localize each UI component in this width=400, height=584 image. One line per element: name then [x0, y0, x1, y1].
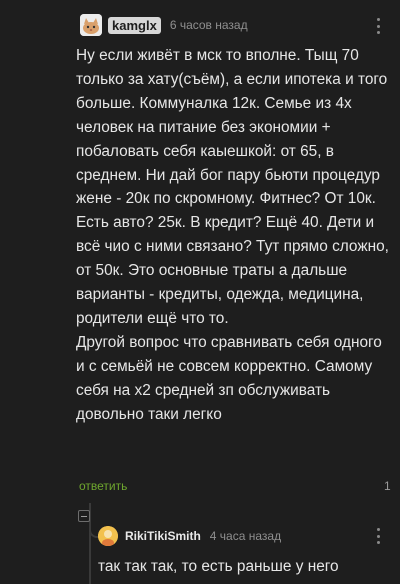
comment-username[interactable]: kamglx: [108, 16, 161, 34]
more-vertical-icon[interactable]: [371, 15, 385, 37]
cat-avatar-icon[interactable]: [80, 14, 102, 36]
comment: kamglx 6 часов назад Ну если живёт в мск…: [0, 10, 400, 423]
reply-header: RikiTikiSmith 4 часа назад: [0, 521, 400, 551]
reply-time[interactable]: 4 часа назад: [210, 529, 281, 543]
reply-username[interactable]: RikiTikiSmith: [125, 529, 201, 543]
comment-text: Ну если живёт в мск то вполне. Тыщ 70 то…: [76, 47, 389, 423]
avatar-icon[interactable]: [98, 526, 118, 546]
reply-text: так так так, то есть раньше у него: [98, 558, 339, 575]
comment-time[interactable]: 6 часов назад: [170, 18, 248, 32]
comment-header: kamglx 6 часов назад: [0, 10, 400, 40]
reply-more-vertical-icon[interactable]: [371, 525, 385, 547]
reply-comment: RikiTikiSmith 4 часа назад так так так, …: [0, 521, 400, 575]
replies-count: 1: [384, 479, 391, 493]
reply-button[interactable]: ответить: [79, 479, 127, 493]
